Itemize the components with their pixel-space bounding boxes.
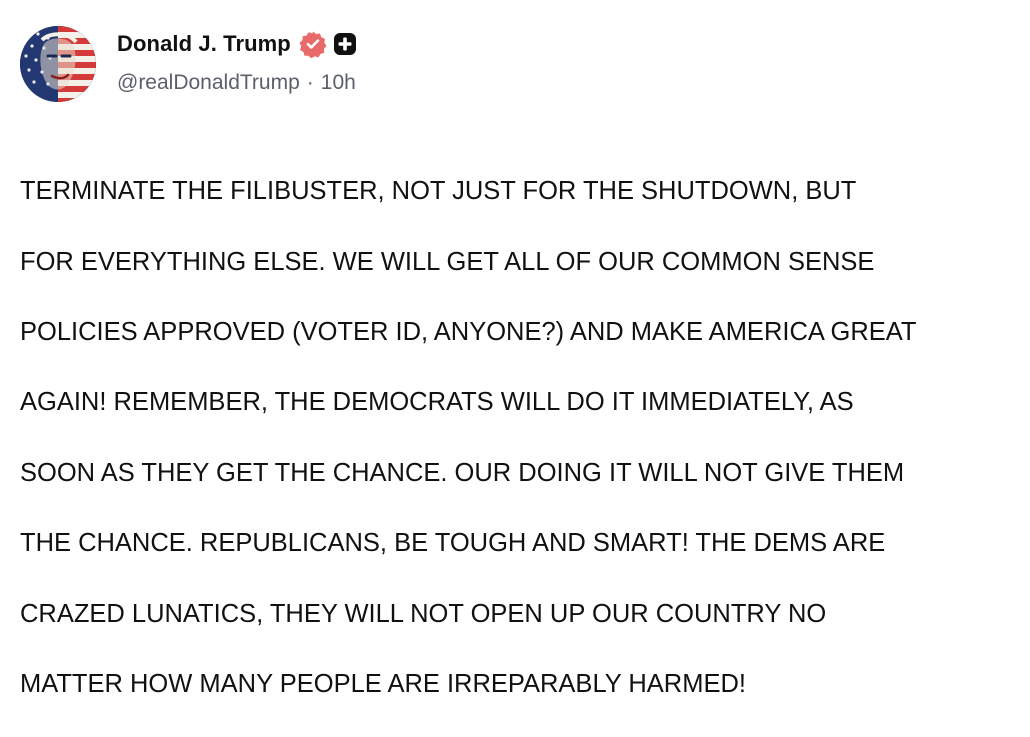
post-header: Donald J. Trump @realDonaldTrump · 10h bbox=[117, 28, 1010, 95]
post-card: Donald J. Trump @realDonaldTrump · 10h T… bbox=[0, 0, 1030, 698]
post-timestamp[interactable]: 10h bbox=[321, 71, 356, 95]
post-body-line: SOON AS THEY GET THE CHANCE. OUR DOING I… bbox=[20, 458, 905, 487]
plus-badge-icon bbox=[333, 32, 357, 56]
user-handle[interactable]: @realDonaldTrump bbox=[117, 71, 300, 95]
display-name[interactable]: Donald J. Trump bbox=[117, 31, 291, 57]
name-row: Donald J. Trump bbox=[117, 28, 1010, 60]
separator-dot: · bbox=[306, 71, 314, 94]
verified-badge-icon bbox=[299, 30, 327, 58]
post-body-line: MATTER HOW MANY PEOPLE ARE IRREPARABLY H… bbox=[20, 670, 746, 699]
post-body-line: TERMINATE THE FILIBUSTER, NOT JUST FOR T… bbox=[20, 177, 857, 206]
avatar[interactable] bbox=[20, 26, 96, 102]
post-body: TERMINATE THE FILIBUSTER, NOT JUST FOR T… bbox=[20, 139, 1015, 737]
avatar-image bbox=[20, 26, 96, 102]
post-body-line: POLICIES APPROVED (VOTER ID, ANYONE?) AN… bbox=[20, 318, 917, 347]
meta-row: @realDonaldTrump · 10h bbox=[117, 71, 1010, 95]
post-body-line: CRAZED LUNATICS, THEY WILL NOT OPEN UP O… bbox=[20, 599, 827, 628]
post-body-line: THE CHANCE. REPUBLICANS, BE TOUGH AND SM… bbox=[20, 529, 886, 558]
post-body-line: AGAIN! REMEMBER, THE DEMOCRATS WILL DO I… bbox=[20, 388, 854, 417]
post-body-line: FOR EVERYTHING ELSE. WE WILL GET ALL OF … bbox=[20, 247, 875, 276]
